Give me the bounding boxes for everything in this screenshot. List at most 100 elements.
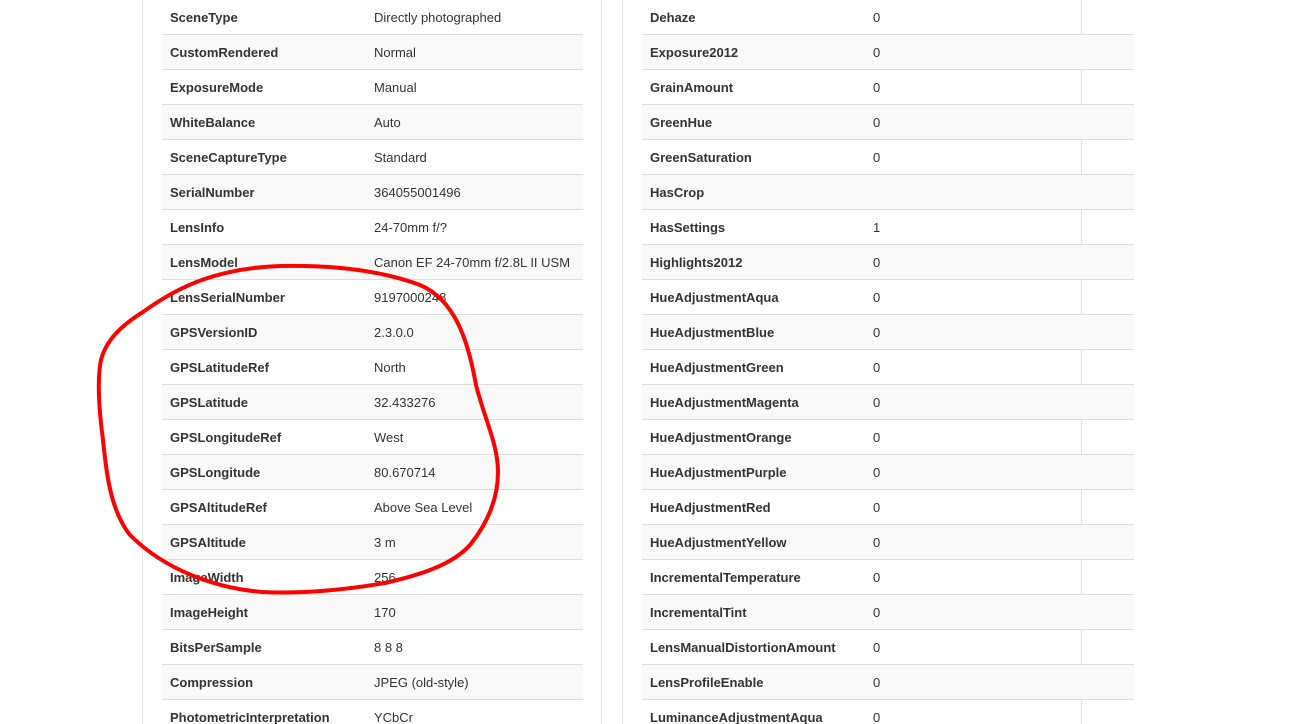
- xmp-key: HueAdjustmentAqua: [650, 290, 779, 305]
- exif-key: ImageWidth: [170, 570, 244, 585]
- exif-key: SceneCaptureType: [170, 150, 287, 165]
- xmp-row: HasSettings 1: [642, 210, 1134, 245]
- xmp-row: HueAdjustmentGreen 0: [642, 350, 1134, 385]
- xmp-value: 0: [873, 640, 881, 655]
- exif-key: ExposureMode: [170, 80, 264, 95]
- xmp-row: HueAdjustmentYellow 0: [642, 525, 1134, 560]
- xmp-row: LensProfileEnable 0: [642, 665, 1134, 700]
- exif-key: BitsPerSample: [170, 640, 262, 655]
- xmp-value: 1: [873, 220, 881, 235]
- xmp-value: 0: [873, 500, 881, 515]
- exif-row: BitsPerSample 8 8 8: [162, 630, 583, 665]
- xmp-row: GreenHue 0: [642, 105, 1134, 140]
- xmp-key: HueAdjustmentGreen: [650, 360, 784, 375]
- xmp-key: LuminanceAdjustmentAqua: [650, 710, 823, 724]
- xmp-value: 0: [873, 45, 881, 60]
- xmp-value: 0: [873, 395, 881, 410]
- xmp-value: 0: [873, 605, 881, 620]
- exif-key: GPSLatitudeRef: [170, 360, 269, 375]
- xmp-row: HueAdjustmentBlue 0: [642, 315, 1134, 350]
- exif-value: 8 8 8: [374, 640, 403, 655]
- exif-row: GPSAltitudeRef Above Sea Level: [162, 490, 583, 525]
- exif-key: Compression: [170, 675, 254, 690]
- exif-key: ImageHeight: [170, 605, 249, 620]
- exif-value: JPEG (old-style): [374, 675, 469, 690]
- xmp-key: GreenSaturation: [650, 150, 752, 165]
- exif-value: Standard: [374, 150, 427, 165]
- exif-key: GPSAltitudeRef: [170, 500, 267, 515]
- exif-row: SceneType Directly photographed: [162, 0, 583, 35]
- xmp-value: 0: [873, 325, 881, 340]
- xmp-value: 0: [873, 150, 881, 165]
- exif-key: WhiteBalance: [170, 115, 256, 130]
- exif-row: SerialNumber 364055001496: [162, 175, 583, 210]
- xmp-value: 0: [873, 710, 881, 724]
- exif-key: LensInfo: [170, 220, 225, 235]
- exif-panel-left: SceneType Directly photographed CustomRend…: [142, 0, 602, 724]
- exif-value: 2.3.0.0: [374, 325, 414, 340]
- exif-row: ImageHeight 170: [162, 595, 583, 630]
- exif-row: LensInfo 24-70mm f/?: [162, 210, 583, 245]
- exif-row: GPSLongitudeRef West: [162, 420, 583, 455]
- xmp-key: GreenHue: [650, 115, 713, 130]
- xmp-row: GreenSaturation 0: [642, 140, 1134, 175]
- xmp-value: 0: [873, 360, 881, 375]
- exif-value: 24-70mm f/?: [374, 220, 447, 235]
- xmp-row: HasCrop: [642, 175, 1134, 210]
- exif-value: Directly photographed: [374, 10, 502, 25]
- exif-value: 32.433276: [374, 395, 436, 410]
- exif-row: ImageWidth 256: [162, 560, 583, 595]
- exif-row: GPSVersionID 2.3.0.0: [162, 315, 583, 350]
- xmp-value: 0: [873, 675, 881, 690]
- exif-key: GPSLongitude: [170, 465, 261, 480]
- exif-value: Manual: [374, 80, 417, 95]
- exif-row: GPSLongitude 80.670714: [162, 455, 583, 490]
- xmp-row: LensManualDistortionAmount 0: [642, 630, 1134, 665]
- xmp-row: Exposure2012 0: [642, 35, 1134, 70]
- xmp-value: 0: [873, 255, 881, 270]
- exif-value: 170: [374, 605, 396, 620]
- exif-key: GPSVersionID: [170, 325, 258, 340]
- xmp-value: 0: [873, 290, 881, 305]
- exif-value: Auto: [374, 115, 401, 130]
- exif-key: LensModel: [170, 255, 238, 270]
- exif-row: SceneCaptureType Standard: [162, 140, 583, 175]
- exif-value: 256: [374, 570, 396, 585]
- exif-value: YCbCr: [374, 710, 414, 724]
- exif-key: GPSLongitudeRef: [170, 430, 282, 445]
- xmp-row: HueAdjustmentOrange 0: [642, 420, 1134, 455]
- exif-row: GPSAltitude 3 m: [162, 525, 583, 560]
- xmp-key: HueAdjustmentOrange: [650, 430, 792, 445]
- xmp-table-right: Dehaze 0 Exposure2012 0 GrainAmount 0 GreenHue…: [642, 0, 1134, 724]
- xmp-row: LuminanceAdjustmentAqua 0: [642, 700, 1134, 724]
- xmp-value: 0: [873, 535, 881, 550]
- xmp-row: Dehaze 0: [642, 0, 1134, 35]
- xmp-key: HueAdjustmentBlue: [650, 325, 775, 340]
- exif-key: GPSLatitude: [170, 395, 249, 410]
- xmp-key: Highlights2012: [650, 255, 743, 270]
- xmp-value: 0: [873, 465, 881, 480]
- xmp-row: Highlights2012 0: [642, 245, 1134, 280]
- exif-key: SceneType: [170, 10, 238, 25]
- xmp-row: HueAdjustmentAqua 0: [642, 280, 1134, 315]
- exif-key: PhotometricInterpretation: [170, 710, 330, 724]
- xmp-key: HueAdjustmentPurple: [650, 465, 787, 480]
- exif-value: Above Sea Level: [374, 500, 473, 515]
- exif-key: SerialNumber: [170, 185, 255, 200]
- xmp-row: HueAdjustmentRed 0: [642, 490, 1134, 525]
- exif-row: GPSLatitudeRef North: [162, 350, 583, 385]
- xmp-key: IncrementalTemperature: [650, 570, 801, 585]
- xmp-key: Dehaze: [650, 10, 696, 25]
- xmp-value: 0: [873, 10, 881, 25]
- xmp-value: 0: [873, 570, 881, 585]
- xmp-row: HueAdjustmentMagenta 0: [642, 385, 1134, 420]
- exif-key: LensSerialNumber: [170, 290, 285, 305]
- xmp-key: HueAdjustmentRed: [650, 500, 771, 515]
- exif-value: Canon EF 24-70mm f/2.8L II USM: [374, 255, 571, 270]
- exif-value: West: [374, 430, 404, 445]
- xmp-key: HasSettings: [650, 220, 726, 235]
- exif-row: LensModel Canon EF 24-70mm f/2.8L II USM: [162, 245, 583, 280]
- xmp-key: HueAdjustmentYellow: [650, 535, 787, 550]
- exif-row: PhotometricInterpretation YCbCr: [162, 700, 583, 724]
- exif-value: 9197000248: [374, 290, 447, 305]
